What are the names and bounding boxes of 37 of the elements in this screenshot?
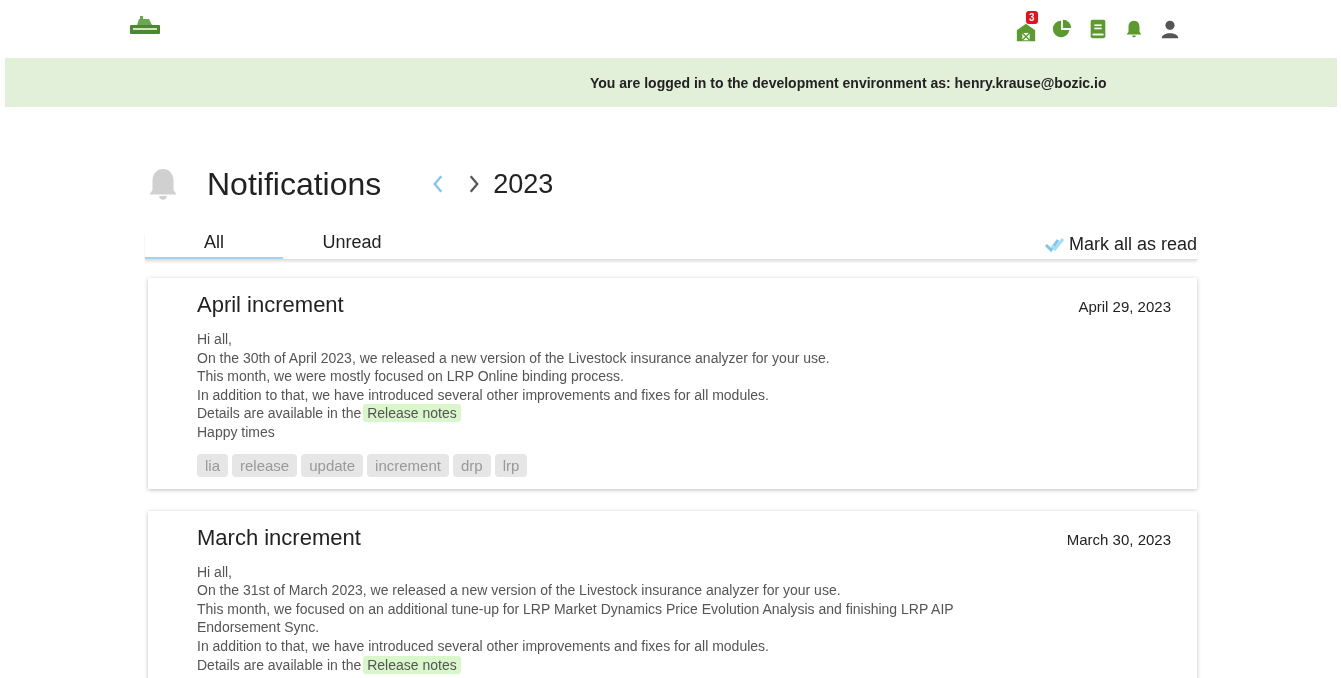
tag[interactable]: lia xyxy=(197,453,228,477)
notification-title: March increment xyxy=(197,524,361,551)
notification-title: April increment xyxy=(197,292,344,318)
message-text: Happy times xyxy=(197,422,276,442)
page-title: Notifications xyxy=(207,165,382,203)
message-text: This month, we focused on an additional tune-up for LRP Market Dynamics Price Evolution Analysis and finishing LRP AIP Endorsement Sync. xyxy=(197,599,955,637)
message-text: In addition to that, we have introduced several other improvements and fixes for all modules. xyxy=(197,636,770,656)
message-text: Hi all, xyxy=(197,562,233,582)
notification-card[interactable] xyxy=(148,278,1197,489)
notification-date: March 30, 2023 xyxy=(1066,530,1171,548)
barn-icon[interactable] xyxy=(1015,21,1037,43)
notification-card[interactable] xyxy=(148,510,1197,678)
tag[interactable]: drp xyxy=(452,453,491,477)
release-notes-link[interactable]: Release notes xyxy=(363,404,461,423)
message-text: On the 31st of March 2023, we released a new version of the Livestock insurance analyzer for your use. xyxy=(197,581,842,600)
notification-date: April 29, 2023 xyxy=(1078,298,1171,315)
logo-icon[interactable] xyxy=(128,13,162,37)
filter-tab[interactable]: Unread xyxy=(283,232,421,259)
login-message: You are logged in to the development environment as: henry.krause@bozic.io xyxy=(590,74,1107,91)
mark-all-read-button[interactable]: Mark all as read xyxy=(1044,234,1197,259)
pie-chart-icon[interactable] xyxy=(1051,18,1073,40)
user-icon[interactable] xyxy=(1159,18,1181,40)
message-text: Details are available in the xyxy=(197,656,362,673)
year-label: 2023 xyxy=(493,168,554,200)
tag[interactable]: lrp xyxy=(494,453,528,477)
tag[interactable]: release xyxy=(232,453,298,477)
filter-tab[interactable]: All xyxy=(145,232,283,259)
message-text: Details are available in the xyxy=(197,405,362,422)
message-text: On the 30th of April 2023, we released a new version of the Livestock insurance analyzer for your use. xyxy=(197,348,831,368)
release-notes-link[interactable]: Release notes xyxy=(363,655,461,674)
tag[interactable]: increment xyxy=(367,453,449,477)
notification-badge: 3 xyxy=(1026,11,1038,24)
tag[interactable]: update xyxy=(301,453,364,477)
double-check-icon xyxy=(1044,236,1065,253)
message-text: Hi all, xyxy=(197,330,233,349)
message-text: In addition to that, we have introduced several other improvements and fixes for all modules. xyxy=(197,385,770,405)
message-text: This month, we were mostly focused on LRP Online binding process. xyxy=(197,367,625,386)
